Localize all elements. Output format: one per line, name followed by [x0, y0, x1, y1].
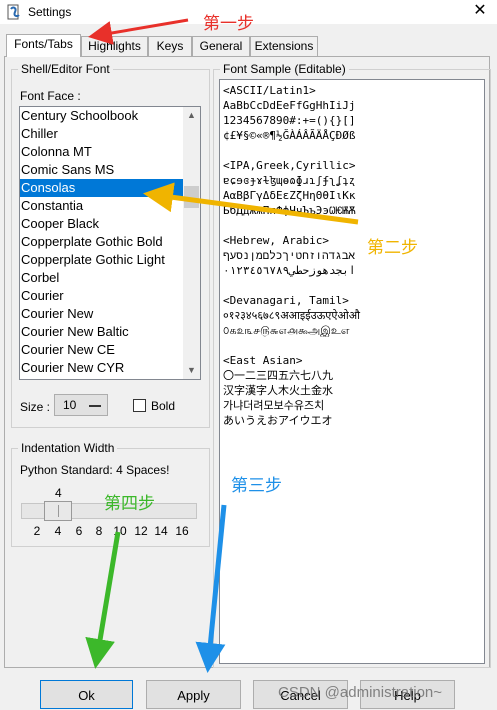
font-list-item[interactable]: Constantia — [20, 197, 183, 215]
annotation-step1: 第一步 — [203, 14, 254, 34]
font-sample-legend: Font Sample (Editable) — [223, 62, 346, 76]
scroll-thumb[interactable] — [184, 186, 199, 208]
annotation-step3: 第三步 — [231, 476, 282, 496]
font-sample-line: ०१२३४५६७८९अआइईउऊएऐओऔ — [223, 309, 360, 322]
font-sample-line: AaBbCcDdEeFfGgHhIiJj — [223, 99, 356, 112]
tab-extensions[interactable]: Extensions — [250, 36, 318, 56]
indent-slider-thumb[interactable] — [44, 501, 72, 521]
annotation-step4: 第四步 — [104, 494, 155, 514]
menu-indicator-icon — [89, 405, 101, 407]
indent-tick-label: 14 — [154, 524, 168, 538]
font-list-item[interactable]: Courier New Baltic — [20, 323, 183, 341]
close-icon[interactable]: ✕ — [463, 0, 497, 24]
font-list-item[interactable]: Consolas — [20, 179, 183, 197]
indent-tick-label: 6 — [75, 524, 83, 538]
tab-general[interactable]: General — [192, 36, 250, 56]
font-list-item[interactable]: Courier New CE — [20, 341, 183, 359]
font-list-scrollbar[interactable]: ▲ ▼ — [183, 107, 200, 379]
font-sample-line: ¢£¥§©«®¶½ĞÀÁÂÃÄÅÇÐØß — [223, 129, 356, 142]
indent-tick-label: 16 — [175, 524, 189, 538]
font-size-menu-button[interactable]: 10 — [54, 394, 108, 416]
font-sample-line: БбДдЖжПпФфЧчЪъЭэѠѤѬѪ — [223, 204, 356, 217]
font-sample-line: 汉字漢字人木火土金水 — [223, 384, 333, 397]
indent-tick-label: 4 — [54, 524, 62, 538]
font-list-item[interactable]: Chiller — [20, 125, 183, 143]
size-label: Size : — [20, 400, 51, 414]
indent-description: Python Standard: 4 Spaces! — [20, 463, 170, 477]
tab-keys[interactable]: Keys — [148, 36, 192, 56]
font-list-item[interactable]: Comic Sans MS — [20, 161, 183, 179]
annotation-step2: 第二步 — [367, 238, 418, 258]
font-sample-line: <East Asian> — [223, 354, 303, 367]
scroll-down-icon[interactable]: ▼ — [183, 362, 200, 379]
font-sample-line: 〇一二三四五六七八九 — [223, 369, 333, 382]
shell-editor-font-legend: Shell/Editor Font — [21, 62, 110, 76]
idle-app-icon — [7, 4, 20, 20]
font-list-item[interactable]: Colonna MT — [20, 143, 183, 161]
font-list-item[interactable]: Courier New CYR — [20, 359, 183, 377]
font-list-item[interactable]: Copperplate Gothic Bold — [20, 233, 183, 251]
font-sample-line: <ASCII/Latin1> — [223, 84, 316, 97]
font-sample-line: אבגדהוזחטיךכלםמןנסעף — [223, 249, 356, 262]
font-list-item[interactable]: Century Schoolbook — [20, 107, 183, 125]
scroll-up-icon[interactable]: ▲ — [183, 107, 200, 124]
font-face-label: Font Face : — [20, 89, 81, 103]
font-size-value: 10 — [63, 398, 77, 412]
tab-fonts-tabs[interactable]: Fonts/Tabs — [6, 34, 81, 57]
font-face-list[interactable]: Century Schoolbook Chiller Colonna MT Comic… — [19, 106, 201, 380]
font-sample-line: ابجدهوزحطي٠١٢٣٤٥٦٧٨٩ — [223, 264, 356, 277]
bold-checkbox[interactable] — [133, 399, 146, 412]
tab-highlights[interactable]: Highlights — [81, 36, 148, 56]
font-list-item[interactable]: Copperplate Gothic Light — [20, 251, 183, 269]
ok-button[interactable]: Ok — [40, 680, 133, 709]
font-list-item[interactable]: Courier — [20, 287, 183, 305]
font-sample-line: <IPA,Greek,Cyrillic> — [223, 159, 356, 172]
font-sample-line: ɐɕɘɞɟɤɫɮɰɵɷɸɹɿʃʄʅʆʇʐ — [223, 174, 356, 187]
font-sample-line: 1234567890#:+=(){}[] — [223, 114, 356, 127]
font-sample-line: ΑαΒβΓγΔδΕεΖζΗηΘθΙιΚκ — [223, 189, 356, 202]
font-sample-line: ௦௧௨௩௪௫௬௭௮௯அஇஉஎ — [223, 324, 350, 337]
csdn-watermark: CSDN @administration~ — [278, 684, 443, 701]
bold-label: Bold — [151, 399, 176, 413]
window-title: Settings — [28, 5, 72, 19]
font-sample-textbox[interactable]: <ASCII/Latin1> AaBbCcDdEeFfGgHhIiJj 123456… — [219, 79, 485, 664]
indent-tick-label: 10 — [113, 524, 127, 538]
font-sample-line: <Devanagari, Tamil> — [223, 294, 349, 307]
font-list-item[interactable]: Corbel — [20, 269, 183, 287]
indent-tick-label: 12 — [134, 524, 148, 538]
font-list-item[interactable]: Cooper Black — [20, 215, 183, 233]
font-sample-line: あいうえおアイウエオ — [223, 414, 333, 427]
font-sample-line: 가냐더려모보수유즈치 — [223, 399, 325, 412]
apply-button[interactable]: Apply — [146, 680, 241, 709]
font-list-item[interactable]: Courier New — [20, 305, 183, 323]
indent-value: 4 — [55, 486, 62, 500]
indentation-width-legend: Indentation Width — [21, 441, 115, 455]
font-sample-line: <Hebrew, Arabic> — [223, 234, 329, 247]
indent-tick-label: 8 — [95, 524, 103, 538]
indent-tick-label: 2 — [33, 524, 41, 538]
